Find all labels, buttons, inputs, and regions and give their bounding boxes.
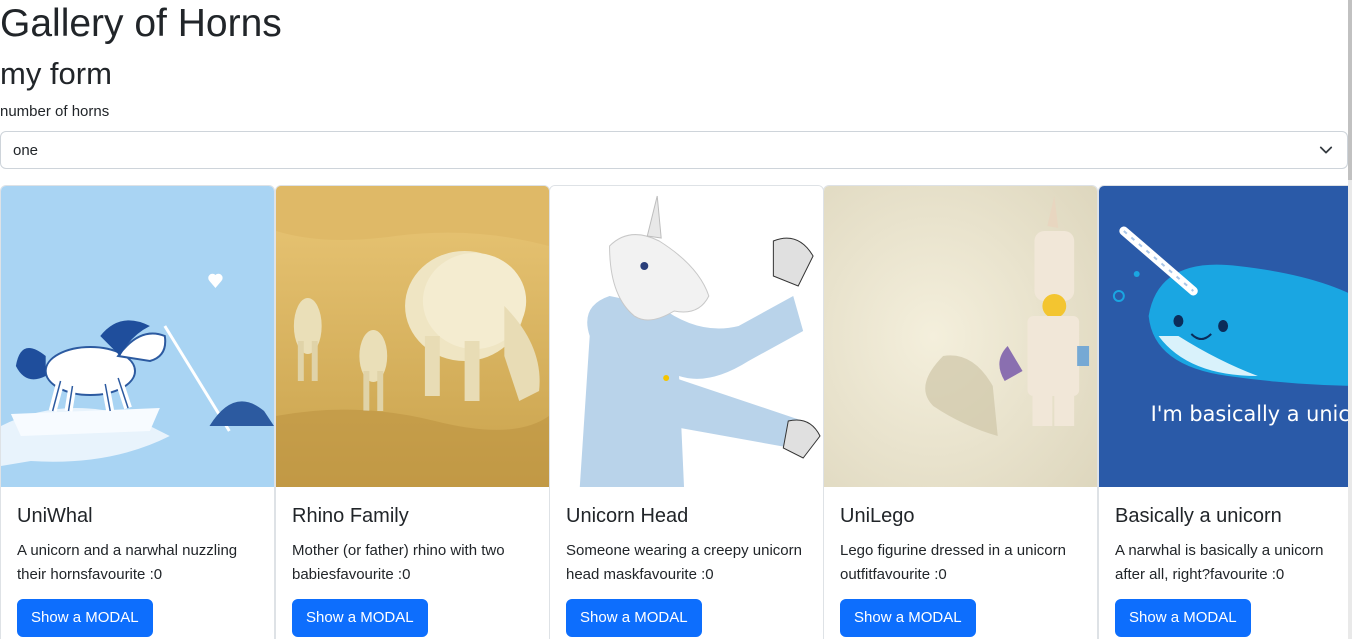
horns-label: number of horns xyxy=(0,103,110,120)
card-image[interactable] xyxy=(1,186,274,487)
card-description: Lego figurine dressed in a unicorn outfi… xyxy=(840,542,1066,583)
card-image[interactable] xyxy=(550,186,823,487)
horns-select[interactable]: one xyxy=(0,131,1348,169)
card-title: Unicorn Head xyxy=(566,505,689,527)
horns-select-value: one xyxy=(13,141,39,159)
chevron-down-icon xyxy=(1319,146,1333,154)
card-image[interactable] xyxy=(824,186,1097,487)
page-scrollbar[interactable] xyxy=(1348,0,1352,639)
form-title: my form xyxy=(0,56,112,91)
card-description: Mother (or father) rhino with two babies… xyxy=(292,542,505,583)
card-title: Basically a unicorn xyxy=(1115,505,1282,527)
card-unicorn-head: Unicorn Head Someone wearing a creepy un… xyxy=(549,185,824,639)
card-uniwhal: UniWhal A unicorn and a narwhal nuzzling… xyxy=(0,185,275,639)
card-title: UniLego xyxy=(840,505,915,527)
card-description: A narwhal is basically a unicorn after a… xyxy=(1115,542,1324,583)
card-title: UniWhal xyxy=(17,505,93,527)
show-modal-button[interactable]: Show a MODAL xyxy=(17,599,153,637)
card-unilego: UniLego Lego figurine dressed in a unico… xyxy=(823,185,1098,639)
card-description: Someone wearing a creepy unicorn head ma… xyxy=(566,542,802,583)
show-modal-button[interactable]: Show a MODAL xyxy=(566,599,702,637)
card-image[interactable] xyxy=(276,186,549,487)
page-scrollbar-thumb[interactable] xyxy=(1348,0,1352,180)
show-modal-button[interactable]: Show a MODAL xyxy=(1115,599,1251,637)
gallery: UniWhal A unicorn and a narwhal nuzzling… xyxy=(0,185,1352,639)
show-modal-button[interactable]: Show a MODAL xyxy=(840,599,976,637)
card-title: Rhino Family xyxy=(292,505,409,527)
show-modal-button[interactable]: Show a MODAL xyxy=(292,599,428,637)
card-basically-a-unicorn: I'm basically a unicorn Basically a unic… xyxy=(1098,185,1352,639)
image-caption: I'm basically a unicorn xyxy=(1151,402,1352,426)
card-rhino-family: Rhino Family Mother (or father) rhino wi… xyxy=(275,185,550,639)
page-title: Gallery of Horns xyxy=(0,2,282,45)
card-description: A unicorn and a narwhal nuzzling their h… xyxy=(17,542,238,583)
card-image[interactable]: I'm basically a unicorn xyxy=(1099,186,1352,487)
